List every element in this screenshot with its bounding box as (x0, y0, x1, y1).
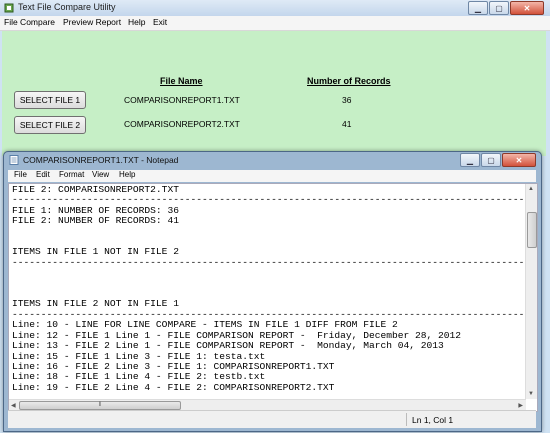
window-title: Text File Compare Utility (18, 2, 116, 12)
minimize-icon: ▁ (466, 155, 474, 165)
notepad-title: COMPARISONREPORT1.TXT - Notepad (23, 155, 179, 165)
file-1-records: 36 (342, 95, 352, 105)
menu-preview-report[interactable]: Preview Report (63, 17, 121, 27)
notepad-close-button[interactable]: ✕ (502, 153, 536, 167)
cursor-position: Ln 1, Col 1 (412, 415, 454, 425)
notepad-statusbar: Ln 1, Col 1 (8, 410, 536, 428)
compare-form: File Name Number of Records SELECT FILE … (2, 31, 546, 156)
notepad-menu-view[interactable]: View (92, 170, 109, 179)
notepad-menu-format[interactable]: Format (59, 170, 84, 179)
filename-header: File Name (160, 76, 203, 86)
file-2-records: 41 (342, 119, 352, 129)
maximize-icon: ▢ (495, 3, 503, 13)
file-1-name: COMPARISONREPORT1.TXT (124, 95, 240, 105)
scroll-right-icon[interactable]: ▶ (518, 402, 523, 409)
notepad-menubar: File Edit Format View Help (8, 170, 536, 182)
main-menubar: File Compare Preview Report Help Exit (0, 16, 550, 31)
notepad-menu-edit[interactable]: Edit (36, 170, 50, 179)
vertical-scroll-thumb[interactable] (527, 212, 537, 248)
window-titlebar: Text File Compare Utility ▁ ▢ ✕ (0, 0, 550, 17)
menu-exit[interactable]: Exit (153, 17, 167, 27)
notepad-menu-file[interactable]: File (14, 170, 27, 179)
scroll-up-icon[interactable]: ▲ (528, 186, 534, 192)
scroll-down-icon[interactable]: ▼ (528, 391, 534, 397)
notepad-maximize-button[interactable]: ▢ (481, 153, 501, 167)
notepad-icon (9, 155, 19, 165)
vertical-scrollbar[interactable]: ▲ ▼ (525, 184, 537, 399)
menu-file-compare[interactable]: File Compare (4, 17, 55, 27)
window-controls: ▁ ▢ ✕ (467, 1, 544, 15)
menu-help[interactable]: Help (128, 17, 145, 27)
report-text[interactable]: FILE 2: COMPARISONREPORT2.TXT ----------… (12, 185, 527, 399)
notepad-menu-help[interactable]: Help (119, 170, 135, 179)
close-button[interactable]: ✕ (510, 1, 544, 15)
file-2-name: COMPARISONREPORT2.TXT (124, 119, 240, 129)
maximize-button[interactable]: ▢ (489, 1, 509, 15)
notepad-text-area[interactable]: FILE 2: COMPARISONREPORT2.TXT ----------… (8, 183, 538, 412)
records-header: Number of Records (307, 76, 391, 86)
select-file-1-button[interactable]: SELECT FILE 1 (14, 91, 86, 109)
notepad-window-controls: ▁ ▢ ✕ (459, 153, 536, 167)
horizontal-scroll-thumb[interactable]: ⦀ (19, 401, 181, 410)
select-file-2-button[interactable]: SELECT FILE 2 (14, 116, 86, 134)
notepad-minimize-button[interactable]: ▁ (460, 153, 480, 167)
app-icon (4, 3, 14, 13)
status-separator (406, 413, 407, 426)
maximize-icon: ▢ (487, 155, 495, 165)
close-icon: ✕ (523, 3, 531, 13)
scroll-left-icon[interactable]: ◀ (11, 402, 16, 409)
minimize-button[interactable]: ▁ (468, 1, 488, 15)
minimize-icon: ▁ (474, 3, 482, 13)
notepad-window: COMPARISONREPORT1.TXT - Notepad ▁ ▢ ✕ Fi… (3, 151, 542, 432)
close-icon: ✕ (515, 155, 523, 165)
